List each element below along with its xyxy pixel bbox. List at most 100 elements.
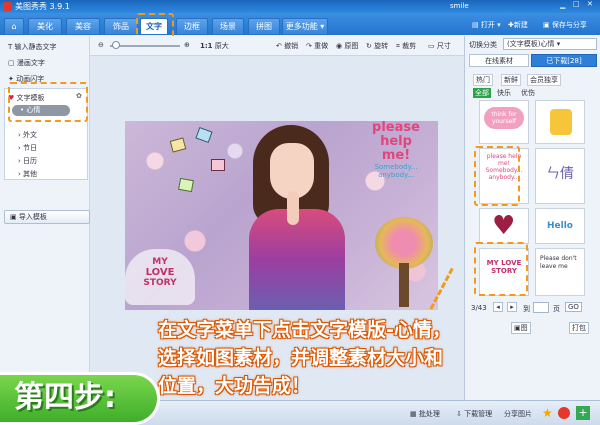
batch-label: 批处理: [418, 410, 440, 418]
redo-button[interactable]: ↷ 重做: [306, 41, 328, 51]
tab-online[interactable]: 在线素材: [469, 54, 529, 67]
undo-button[interactable]: ↶ 撤销: [276, 41, 298, 51]
filter-hot[interactable]: 热门: [473, 74, 493, 86]
sticker-thumb-hello[interactable]: Hello: [535, 208, 585, 244]
share-image-button[interactable]: 分享图片: [504, 409, 532, 419]
hello-thumb-text: Hello: [547, 221, 573, 231]
page-input[interactable]: [533, 302, 549, 313]
sub-item-calendar[interactable]: › 日历: [18, 156, 37, 166]
somebody-word: Somebody...: [374, 163, 418, 171]
photo-canvas[interactable]: please help me! Somebody... anybody... M…: [125, 121, 438, 310]
thumb-please-highlight: [474, 146, 520, 206]
download-manager-button[interactable]: ⇩ 下载管理: [456, 409, 492, 419]
category-select[interactable]: (文字模板)心情 ▾: [503, 38, 597, 50]
sub-item-festival-label: 节日: [23, 144, 38, 152]
crop-button[interactable]: ⌗ 裁剪: [396, 41, 416, 51]
save-icon: ▣: [543, 21, 550, 29]
zoom-slider[interactable]: [110, 45, 180, 47]
card-sticker-1: [169, 137, 187, 153]
sticker-thumb-think[interactable]: think for yourself: [479, 100, 529, 144]
original-button[interactable]: ◉ 原图: [336, 41, 358, 51]
tab-beautify[interactable]: 美化: [28, 18, 62, 34]
please-help-sticker[interactable]: please help me! Somebody... anybody...: [357, 121, 435, 193]
original-label: 原图: [344, 42, 359, 50]
tab-beauty[interactable]: 美容: [66, 18, 100, 34]
tab-frame[interactable]: 边框: [176, 18, 208, 34]
resize-button[interactable]: ▭ 尺寸: [428, 41, 451, 51]
import-template-button[interactable]: ▣ 导入模板: [4, 210, 90, 224]
caption-box: 在文字菜单下点击文字模版-心情， 选择如图素材，并调整素材大小和 位置，大功告成…: [148, 318, 596, 404]
sticker-thumb-qian[interactable]: ㄣ倩: [535, 148, 585, 204]
zoom-slider-handle[interactable]: [112, 41, 120, 49]
open-label: 打开: [480, 21, 495, 29]
filter-all[interactable]: 全部: [473, 88, 491, 98]
caption-line-3: 位置，大功告成！: [158, 375, 311, 397]
sub-item-other[interactable]: › 其他: [18, 169, 37, 179]
static-text-label: 输入静态文字: [14, 43, 57, 51]
my-word: MY: [152, 257, 168, 267]
sticker-thumb-star[interactable]: [535, 100, 585, 144]
import-template-label: 导入模板: [18, 213, 47, 221]
tab-puzzle[interactable]: 拼图: [248, 18, 280, 34]
tab-downloaded[interactable]: 已下载[28]: [531, 54, 597, 67]
please-word: please: [372, 121, 420, 135]
folder-icon: ▤: [472, 21, 479, 29]
tree-trunk: [399, 263, 409, 307]
sub-item-festival[interactable]: › 节日: [18, 143, 37, 153]
prev-page-button[interactable]: ◂: [493, 302, 503, 312]
step-label: 第四步:: [14, 380, 116, 415]
filter-sad[interactable]: 优伤: [521, 88, 535, 98]
sub-item-foreign[interactable]: › 外文: [18, 130, 37, 140]
category-value: (文字模板)心情: [507, 40, 555, 48]
thumb-love-highlight: [474, 242, 528, 296]
close-icon[interactable]: ✕: [587, 0, 593, 8]
comic-text-button[interactable]: ▢ 漫画文字: [8, 58, 45, 68]
download-label: 下载管理: [464, 410, 493, 418]
weibo-icon[interactable]: [558, 407, 570, 419]
filter-vip[interactable]: 会员独享: [527, 74, 561, 86]
static-text-button[interactable]: T 输入静态文字: [8, 42, 57, 52]
anybody-word: anybody...: [378, 171, 414, 179]
actual-size-button[interactable]: 1:1 原大: [200, 41, 229, 51]
sub-item-calendar-label: 日历: [23, 157, 38, 165]
rotate-label: 旋转: [374, 42, 389, 50]
new-button[interactable]: ✚新建: [508, 20, 528, 30]
sub-item-other-label: 其他: [23, 170, 38, 178]
person-body: [249, 209, 345, 310]
tab-scene[interactable]: 场景: [212, 18, 244, 34]
home-button[interactable]: ⌂: [4, 18, 24, 34]
go-button[interactable]: GO: [565, 302, 582, 312]
sticker-thumb-please-dont[interactable]: Please don't leave me: [535, 248, 585, 296]
app-title: 美图秀秀 3.9.1: [15, 2, 70, 11]
filter-new[interactable]: 新鲜: [501, 74, 521, 86]
maximize-icon[interactable]: □: [573, 0, 580, 8]
open-button[interactable]: ▤ 打开 ▾: [472, 20, 501, 30]
tree-crown: [375, 217, 433, 269]
think-text: think for yourself: [484, 107, 524, 129]
filter-happy[interactable]: 快乐: [497, 88, 511, 98]
please-dont-thumb-text: Please don't leave me: [540, 255, 577, 270]
person-hand: [287, 191, 299, 225]
menu-bar: ⌂ 美化 美容 饰品 文字 边框 场景 拼图 更多功能 ▾ ▤ 打开 ▾ ✚新建…: [0, 13, 600, 35]
zoom-in-icon[interactable]: ⊕: [184, 41, 190, 49]
resize-label: 尺寸: [436, 42, 451, 50]
love-story-sticker[interactable]: MY LOVE STORY: [125, 249, 195, 305]
heart-icon: ♥: [492, 211, 516, 241]
user-name[interactable]: smile: [450, 2, 469, 10]
rotate-button[interactable]: ↻ 旋转: [366, 41, 388, 51]
star-icon[interactable]: ★: [542, 406, 553, 420]
help-word: help: [380, 134, 412, 149]
caption-line-2: 选择如图素材，并调整素材大小和: [158, 347, 444, 369]
zoom-out-icon[interactable]: ⊖: [98, 41, 104, 49]
batch-button[interactable]: ▦ 批处理: [410, 409, 440, 419]
add-icon[interactable]: +: [576, 406, 590, 420]
next-page-button[interactable]: ▸: [507, 302, 517, 312]
title-bar: 美图秀秀 3.9.1 smile ▁ □ ✕: [0, 0, 600, 13]
save-share-button[interactable]: ▣ 保存与分享: [543, 20, 587, 30]
tab-more[interactable]: 更多功能 ▾: [282, 18, 328, 34]
minimize-icon[interactable]: ▁: [560, 1, 565, 9]
tab-more-label: 更多功能: [285, 22, 318, 31]
sticker-thumb-heart[interactable]: ♥: [479, 208, 529, 244]
love-word: LOVE: [145, 267, 175, 278]
tab-accessories[interactable]: 饰品: [104, 18, 138, 34]
